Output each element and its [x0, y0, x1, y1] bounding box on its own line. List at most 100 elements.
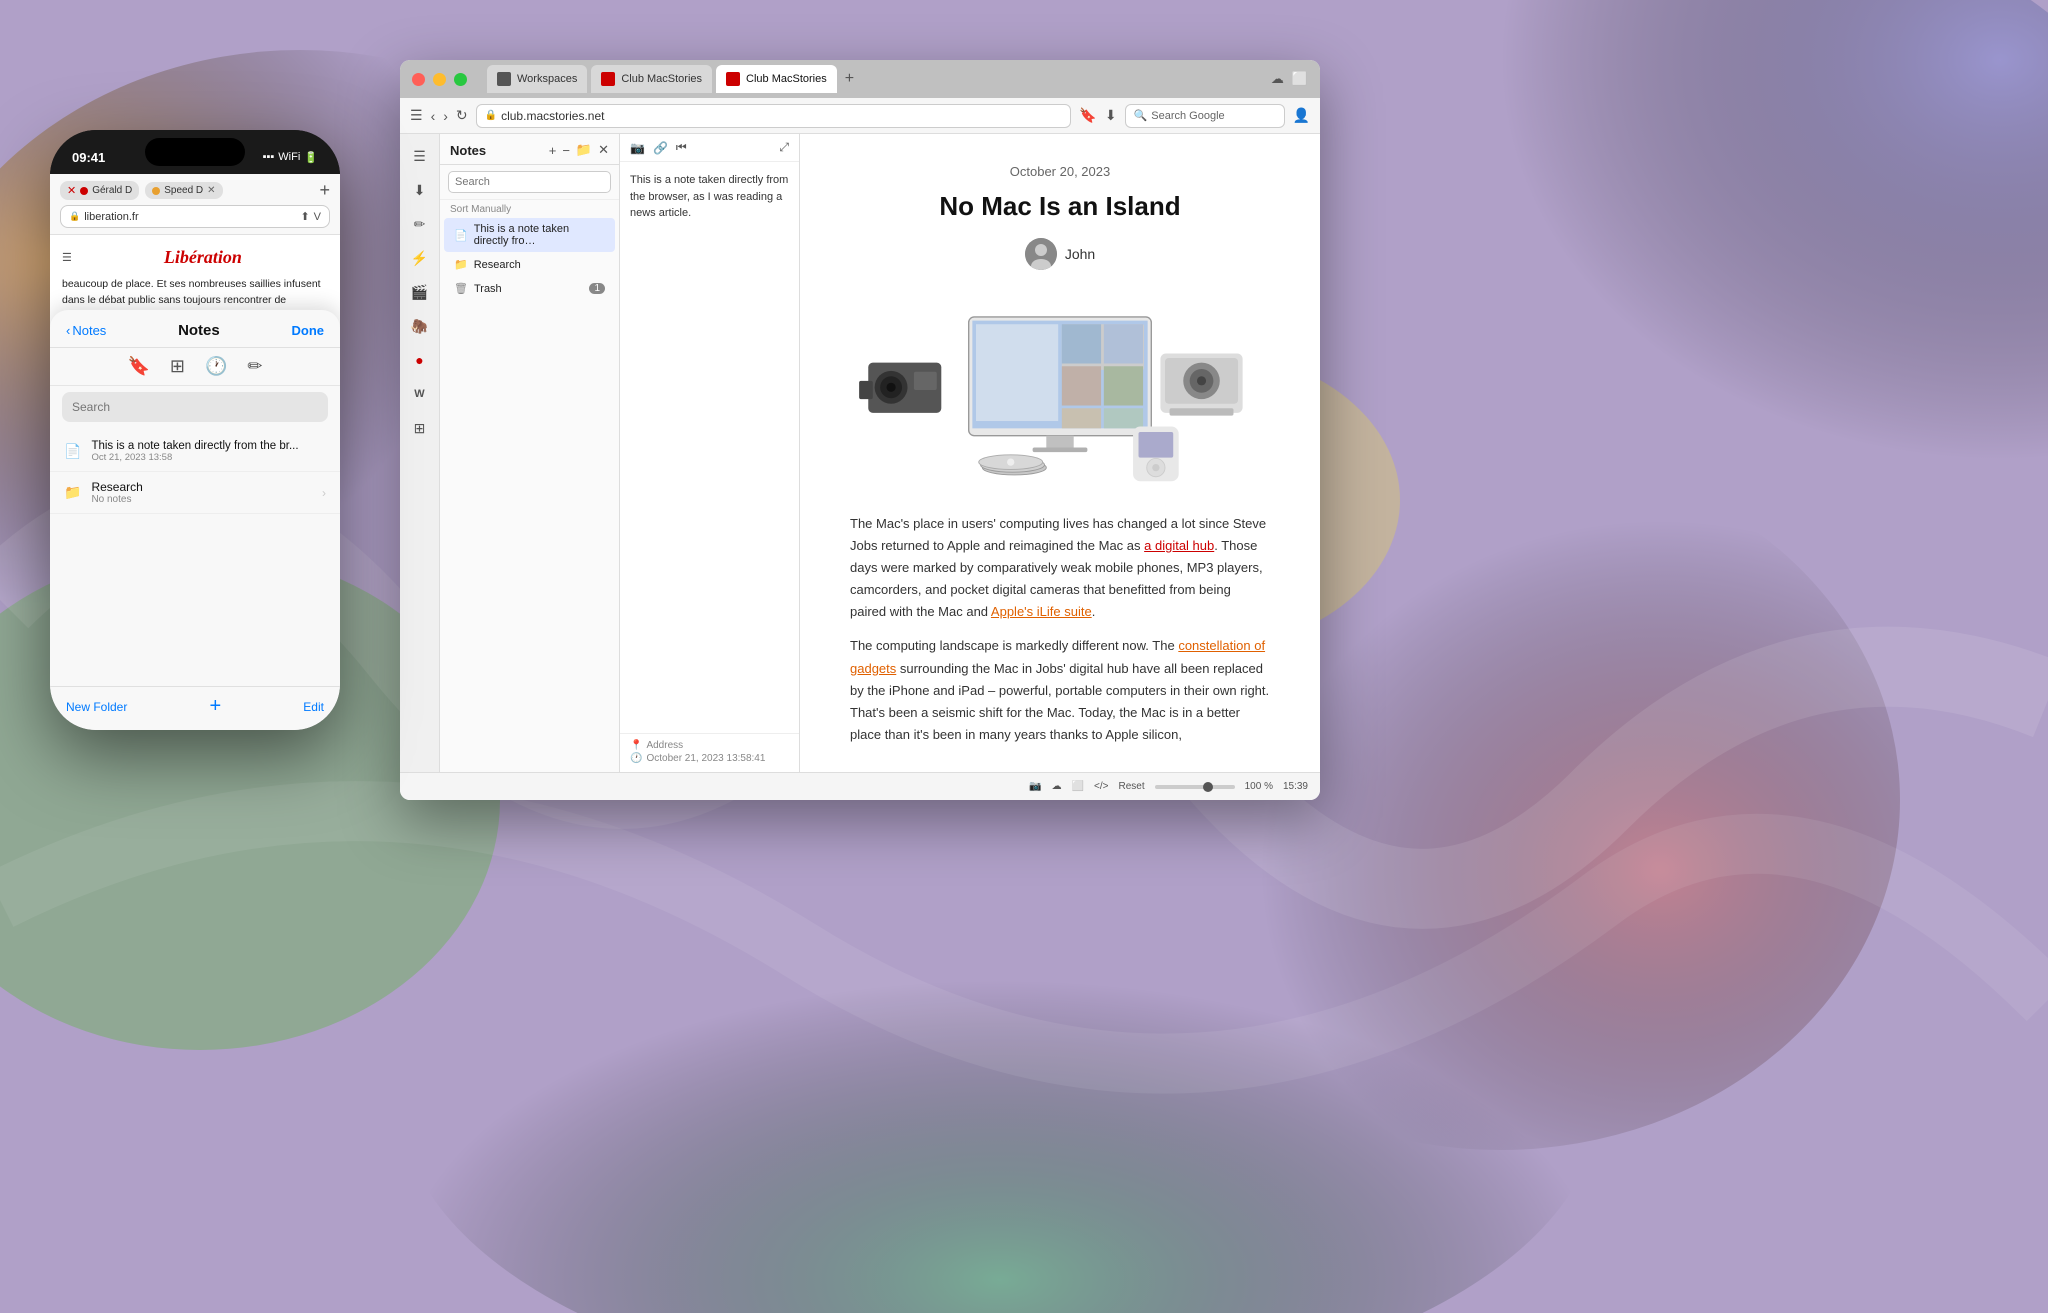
- author-avatar: [1025, 238, 1057, 270]
- url-text: club.macstories.net: [501, 109, 604, 123]
- bottom-icon-code[interactable]: </>: [1094, 781, 1108, 792]
- sidebar-icon-mastodon[interactable]: 🦣: [406, 312, 434, 340]
- iphone-tab-speed-dot: [152, 187, 160, 195]
- link-digital-hub[interactable]: a digital hub: [1144, 538, 1214, 553]
- zoom-slider[interactable]: [1155, 785, 1235, 789]
- add-tab-button[interactable]: +: [845, 70, 854, 88]
- main-content: October 20, 2023 No Mac Is an Island Joh…: [800, 134, 1320, 772]
- iphone-screen: ✕ Gérald D Speed D ✕ + 🔒 liberation.fr ⬆…: [50, 174, 340, 730]
- note-editor-content[interactable]: This is a note taken directly from the b…: [620, 162, 799, 733]
- author-avatar-svg: [1025, 238, 1057, 270]
- bottom-icon-camera[interactable]: 📷: [1029, 781, 1041, 792]
- iphone-tab-speed[interactable]: Speed D ✕: [145, 182, 222, 199]
- notes-item-trash[interactable]: 🗑 Trash 1: [444, 277, 615, 300]
- tab-club1-label: Club MacStories: [621, 73, 702, 85]
- link-constellation[interactable]: constellation of gadgets: [850, 638, 1265, 675]
- iphone-url-text: liberation.fr: [84, 211, 296, 223]
- workspaces-favicon: [497, 72, 511, 86]
- bottom-bar: 📷 ☁ ⬜ </> Reset 100 % 15:39: [400, 772, 1320, 800]
- icloud-icon[interactable]: ☁: [1271, 71, 1284, 87]
- devices-illustration: [850, 290, 1270, 490]
- sidebar-icon-pocket[interactable]: ●: [406, 346, 434, 374]
- note-expand-icon[interactable]: ⤢: [779, 140, 789, 155]
- bottom-icon-window[interactable]: ⬜: [1072, 781, 1084, 792]
- article-author: John: [850, 238, 1270, 270]
- wifi-icon: WiFi: [278, 151, 300, 163]
- notes-folder-icon[interactable]: 📁: [576, 142, 592, 158]
- reset-label[interactable]: Reset: [1118, 781, 1144, 792]
- notes-panel-header: Notes + − 📁 ✕: [440, 134, 619, 165]
- notes-item-research[interactable]: 📁 Research: [444, 253, 615, 276]
- note-camera-icon[interactable]: 📷: [630, 141, 645, 155]
- tab-bar: Workspaces Club MacStories Club MacStori…: [487, 65, 1255, 93]
- search-bar[interactable]: 🔍 Search Google: [1125, 104, 1285, 128]
- notes-search-input[interactable]: [448, 171, 611, 193]
- sidebar-icon-sidebar[interactable]: ☰: [406, 142, 434, 170]
- minimize-button[interactable]: [433, 73, 446, 86]
- iphone-hamburger[interactable]: ☰: [62, 251, 72, 264]
- forward-icon[interactable]: ›: [443, 108, 448, 124]
- sidebar-icon-wikipedia[interactable]: W: [406, 380, 434, 408]
- maximize-button[interactable]: [454, 73, 467, 86]
- article-image-container: [850, 290, 1270, 495]
- iphone-add-tab-button[interactable]: +: [319, 180, 330, 201]
- iphone-tab-speed-label: Speed D: [164, 185, 203, 196]
- sidebar-toggle-icon[interactable]: ☰: [410, 107, 423, 124]
- tab-club2[interactable]: Club MacStories: [716, 65, 837, 93]
- notes-minus-icon[interactable]: −: [562, 143, 570, 158]
- iphone-bookmark-icon[interactable]: V: [314, 211, 321, 223]
- zoom-level: 100 %: [1245, 781, 1273, 792]
- sidebar-icon-edit[interactable]: ✏: [406, 210, 434, 238]
- zoom-slider-thumb[interactable]: [1203, 782, 1213, 792]
- clock-icon: 🕐: [630, 753, 642, 764]
- search-icon: 🔍: [1134, 109, 1148, 122]
- iphone-share-icon[interactable]: ⬆: [300, 210, 309, 223]
- address-icon: 📍: [630, 740, 642, 751]
- iphone-time: 09:41: [72, 150, 105, 165]
- notes-panel: Notes + − 📁 ✕ Sort Manually 📄 This is a …: [440, 134, 620, 772]
- iphone-tab-gerald-dot: [80, 187, 88, 195]
- iphone-status-bar: 09:41 ▪▪▪ WiFi 🔋: [50, 130, 340, 174]
- iphone-tab-speed-close[interactable]: ✕: [207, 185, 215, 196]
- notes-close-icon[interactable]: ✕: [598, 142, 609, 158]
- notes-header-icons: + − 📁 ✕: [549, 142, 609, 158]
- note-media-icon[interactable]: ⏮: [676, 140, 687, 155]
- tab-club1[interactable]: Club MacStories: [591, 65, 712, 93]
- iphone-safari-bar: ✕ Gérald D Speed D ✕ + 🔒 liberation.fr ⬆…: [50, 174, 340, 235]
- tab-workspaces-label: Workspaces: [517, 73, 577, 85]
- reload-icon[interactable]: ↻: [456, 107, 468, 124]
- downloads-icon[interactable]: ⬇: [1105, 107, 1117, 124]
- link-ilife[interactable]: Apple's iLife suite: [991, 604, 1092, 619]
- url-bar[interactable]: 🔒 club.macstories.net: [476, 104, 1072, 128]
- note-link-icon[interactable]: 🔗: [653, 141, 668, 155]
- iphone: 09:41 ▪▪▪ WiFi 🔋 ✕ Gérald D Speed D ✕: [50, 130, 340, 730]
- zoom-controls: [1155, 785, 1235, 789]
- notes-item-research-label: Research: [474, 259, 521, 271]
- browser-body: ☰ ⬇ ✏ ⚡ 🎬 🦣 ● W ⊞ Notes + − 📁 ✕: [400, 134, 1320, 772]
- date-label: October 21, 2023 13:58:41: [646, 753, 765, 764]
- back-icon[interactable]: ‹: [431, 108, 436, 124]
- title-bar: Workspaces Club MacStories Club MacStori…: [400, 60, 1320, 98]
- sidebar-icon-downloads[interactable]: ⬇: [406, 176, 434, 204]
- iphone-url-bar[interactable]: 🔒 liberation.fr ⬆ V: [60, 205, 330, 228]
- notes-add-icon[interactable]: +: [549, 143, 557, 158]
- iphone-article-logo: Libération: [78, 247, 328, 268]
- iphone-article-header: ☰ Libération: [62, 247, 328, 268]
- note-editor: 📷 🔗 ⏮ ⤢ This is a note taken directly fr…: [620, 134, 800, 772]
- notes-item-note-label: This is a note taken directly fro…: [474, 223, 605, 247]
- bookmark-icon[interactable]: 🔖: [1079, 107, 1096, 124]
- share-icon[interactable]: ⬜: [1292, 71, 1308, 87]
- bottom-icon-cloud[interactable]: ☁: [1052, 781, 1062, 792]
- browser-window: Workspaces Club MacStories Club MacStori…: [400, 60, 1320, 800]
- article-paragraph2: The computing landscape is markedly diff…: [850, 635, 1270, 745]
- research-folder-icon: 📁: [454, 258, 468, 271]
- profile-icon[interactable]: 👤: [1293, 107, 1310, 124]
- sidebar-icon-runner[interactable]: ⚡: [406, 244, 434, 272]
- close-button[interactable]: [412, 73, 425, 86]
- notes-item-note[interactable]: 📄 This is a note taken directly fro…: [444, 218, 615, 252]
- sidebar-icon-plus[interactable]: ⊞: [406, 414, 434, 442]
- iphone-tab-gerald-close[interactable]: ✕: [67, 184, 76, 197]
- sidebar-icon-media[interactable]: 🎬: [406, 278, 434, 306]
- tab-workspaces[interactable]: Workspaces: [487, 65, 587, 93]
- iphone-tab-gerald[interactable]: ✕ Gérald D: [60, 181, 139, 200]
